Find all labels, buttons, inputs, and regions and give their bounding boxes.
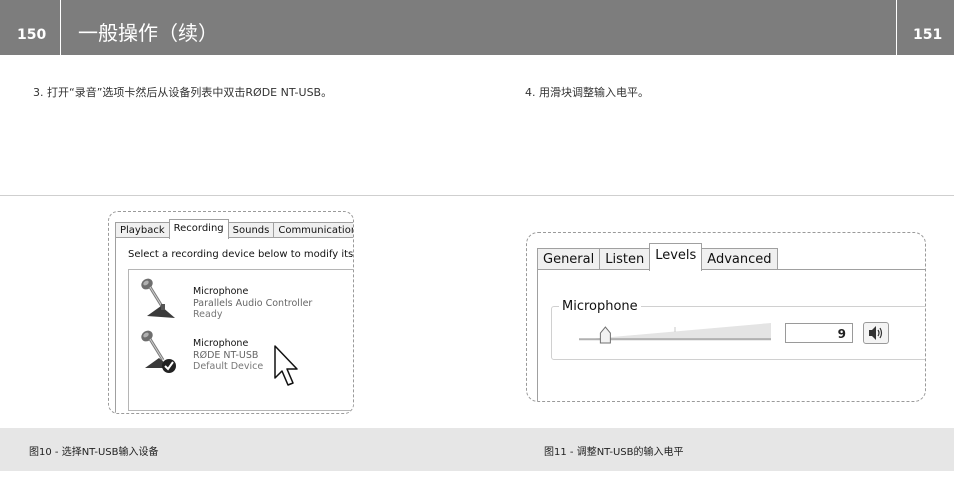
slider-thumb[interactable] (599, 326, 611, 344)
microphone-group-label: Microphone (559, 299, 641, 314)
page-number-right-text: 151 (913, 27, 943, 43)
page-number-left: 150 (0, 0, 60, 55)
device-name: Microphone (193, 338, 249, 349)
device-name: Microphone (193, 286, 249, 297)
device-driver: Parallels Audio Controller (193, 298, 313, 309)
microphone-icon (141, 330, 176, 373)
recording-description: Select a recording device below to modif… (128, 249, 354, 260)
tab-recording[interactable]: Recording (168, 219, 229, 239)
page-number-left-text: 150 (17, 27, 47, 43)
header-divider-left (60, 0, 61, 55)
page-title: 一般操作（续） (78, 21, 218, 45)
device-status: Ready (193, 309, 223, 320)
step-3-text: 3. 打开“录音”选项卡然后从设备列表中双击RØDE NT-USB。 (33, 86, 333, 99)
page-header: 150 一般操作（续） 151 (0, 0, 954, 55)
tab-general[interactable]: General (537, 248, 601, 271)
level-slider[interactable] (575, 319, 775, 345)
tab-advanced[interactable]: Advanced (701, 248, 778, 271)
figure-10-caption: 图10 - 选择NT-USB输入设备 (29, 447, 159, 458)
device-item-parallels[interactable]: Microphone Parallels Audio Controller Re… (129, 274, 353, 324)
device-item-rode-nt-usb[interactable]: Microphone RØDE NT-USB Default Device (129, 326, 353, 376)
mute-button[interactable] (863, 322, 889, 344)
tab-levels[interactable]: Levels (649, 243, 703, 271)
page-number-right: 151 (897, 0, 954, 55)
figure-11-caption: 图11 - 调整NT-USB的输入电平 (544, 447, 684, 458)
step-4-text: 4. 用滑块调整输入电平。 (525, 86, 649, 99)
section-divider (0, 195, 954, 196)
device-driver: RØDE NT-USB (193, 350, 259, 361)
level-value-field[interactable]: 9 (785, 323, 853, 343)
microphone-icon (141, 278, 175, 318)
mouse-cursor-icon (274, 345, 298, 386)
figure-10-screenshot: Playback Recording Sounds Communications Se… (108, 211, 354, 414)
sound-tabs: Playback Recording Sounds Communications (115, 219, 353, 239)
device-status: Default Device (193, 361, 264, 372)
properties-tabs: General Listen Levels Advanced (537, 243, 778, 271)
tab-listen[interactable]: Listen (599, 248, 651, 271)
figure-11-screenshot: General Listen Levels Advanced Microphone 9 (526, 232, 926, 402)
device-list: Microphone Parallels Audio Controller Re… (128, 269, 353, 411)
speaker-icon (869, 326, 883, 340)
